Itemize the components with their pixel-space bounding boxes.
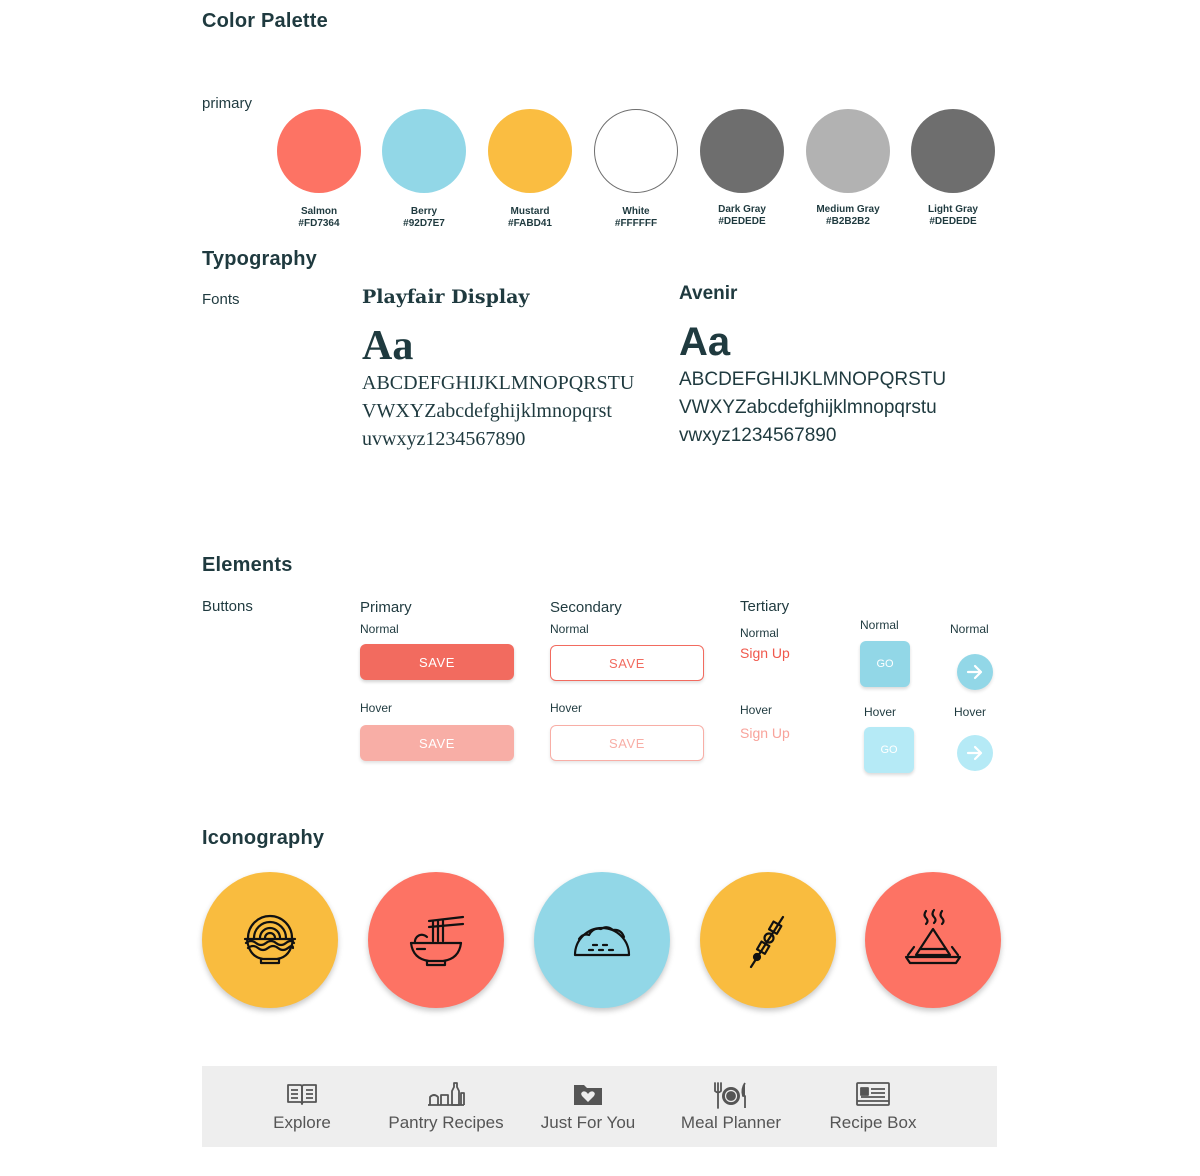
tab-recipe-box-label: Recipe Box (829, 1113, 917, 1132)
arrow-hover-label: Hover (954, 705, 987, 719)
icon-circle-samosa (865, 872, 1001, 1008)
swatch-caption-mustard: Mustard #FABD41 (508, 206, 552, 229)
next-arrow-button-hover[interactable] (957, 735, 993, 771)
icon-circle-ramen (202, 872, 338, 1008)
tertiary-hover-label: Hover (740, 703, 773, 717)
heart-folder-icon (574, 1085, 602, 1105)
fonts-label: Fonts (202, 291, 240, 308)
font-name-avenir: Avenir (679, 283, 738, 304)
swatch-dark-gray (700, 109, 784, 193)
buttons-label: Buttons (202, 598, 253, 615)
swatch-berry (382, 109, 466, 193)
tab-explore-label: Explore (273, 1113, 331, 1132)
swatch-caption-berry: Berry #92D7E7 (403, 206, 445, 229)
sign-up-link[interactable]: Sign Up (740, 645, 790, 661)
swatch-mustard (488, 109, 572, 193)
icon-circle-kebab (700, 872, 836, 1008)
ramen-bowl-icon (243, 914, 297, 965)
arrow-right-icon (966, 664, 983, 680)
secondary-hover-label: Hover (550, 701, 583, 715)
tab-pantry-recipes-label: Pantry Recipes (388, 1113, 504, 1132)
plate-fork-knife-icon (714, 1082, 746, 1109)
palette-primary-label: primary (202, 95, 253, 112)
tab-just-for-you-label: Just For You (540, 1113, 636, 1132)
swatch-caption-white: White #FFFFFF (614, 206, 658, 229)
tab-recipe-box[interactable]: Recipe Box (818, 1066, 928, 1147)
swatch-caption-salmon: Salmon #FD7364 (298, 206, 340, 229)
tab-just-for-you[interactable]: Just For You (532, 1066, 644, 1147)
go-button[interactable]: GO (860, 641, 910, 687)
save-button-primary[interactable]: SAVE (360, 644, 514, 680)
font-sample-avenir: ABCDEFGHIJKLMNOPQRSTU VWXYZabcdefghijklm… (679, 369, 947, 446)
book-icon (287, 1084, 317, 1105)
go-hover-label: Hover (864, 705, 897, 719)
elements-heading: Elements (202, 554, 293, 576)
secondary-normal-label: Normal (550, 622, 589, 636)
arrow-right-icon (966, 745, 983, 761)
tab-meal-planner-label: Meal Planner (680, 1113, 782, 1132)
font-sample-playfair: ABCDEFGHIJKLMNOPQRSTU VWXYZabcdefghijklm… (362, 372, 635, 450)
swatch-caption-light-gray: Light Gray #DEDEDE (927, 204, 978, 227)
swatch-light-gray (911, 109, 995, 193)
save-button-primary-hover[interactable]: SAVE (360, 725, 514, 761)
swatch-caption-medium-gray: Medium Gray #B2B2B2 (816, 204, 880, 227)
arrow-normal-label: Normal (950, 622, 989, 636)
tab-pantry-recipes[interactable]: Pantry Recipes (382, 1066, 510, 1147)
tertiary-title: Tertiary (740, 598, 790, 615)
taco-icon (573, 926, 631, 957)
kebab-skewer-icon (749, 915, 785, 969)
secondary-title: Secondary (550, 599, 622, 616)
tertiary-normal-label: Normal (740, 626, 779, 640)
primary-title: Primary (360, 599, 412, 616)
recipe-card-icon (856, 1082, 890, 1106)
font-sample-aa-avenir: Aa (679, 320, 731, 364)
go-normal-label: Normal (860, 618, 899, 632)
save-button-secondary[interactable]: SAVE (550, 645, 704, 681)
swatch-salmon (277, 109, 361, 193)
swatch-caption-dark-gray: Dark Gray #DEDEDE (718, 204, 766, 227)
font-sample-aa-playfair: Aa (362, 323, 414, 369)
icon-circle-noodles (368, 872, 504, 1008)
primary-normal-label: Normal (360, 622, 399, 636)
tab-meal-planner[interactable]: Meal Planner (672, 1066, 790, 1147)
swatch-medium-gray (806, 109, 890, 193)
samosa-plate-icon (904, 908, 962, 965)
next-arrow-button[interactable] (957, 654, 993, 690)
bottom-tab-bar: Explore Pantry Recipes Just For You Meal… (202, 1066, 997, 1147)
sign-up-link-hover[interactable]: Sign Up (740, 725, 790, 741)
noodle-bowl-chopsticks-icon (409, 915, 465, 967)
pantry-icon (428, 1082, 465, 1106)
icon-circle-taco (534, 872, 670, 1008)
iconography-heading: Iconography (202, 827, 325, 849)
save-button-secondary-hover[interactable]: SAVE (550, 725, 704, 761)
primary-hover-label: Hover (360, 701, 393, 715)
tab-explore[interactable]: Explore (247, 1066, 357, 1147)
typography-heading: Typography (202, 248, 317, 270)
swatch-white (594, 109, 678, 193)
go-button-hover[interactable]: GO (864, 727, 914, 773)
font-name-playfair: Playfair Display (362, 286, 530, 308)
color-palette-heading: Color Palette (202, 10, 328, 32)
